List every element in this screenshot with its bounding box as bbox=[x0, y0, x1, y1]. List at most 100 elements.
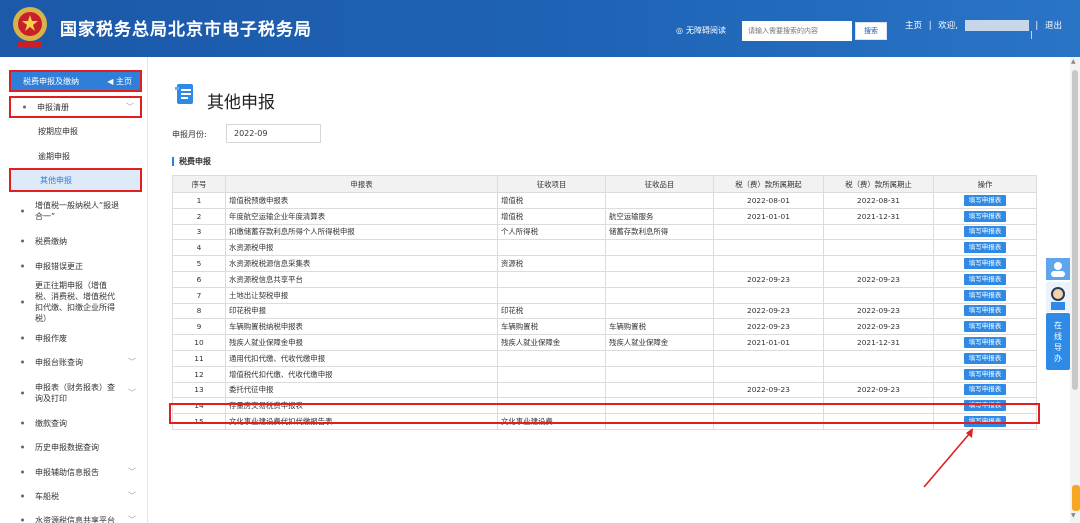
sidebar-item-ledger-query[interactable]: 申报台账查询 ﹀ bbox=[9, 356, 142, 368]
sidebar-item-label: 申报表（财务报表）查询及打印 bbox=[35, 383, 115, 403]
month-field[interactable]: 2022-09 bbox=[226, 124, 321, 143]
sidebar-subitem-periodic[interactable]: 按期应申报 bbox=[9, 124, 142, 138]
sidebar-item-error-correction[interactable]: 申报错误更正 bbox=[9, 260, 142, 272]
table-row: 2 年度航空运输企业年度清算表 增值税 航空运输服务 2021-01-01 2021-12… bbox=[172, 207, 1037, 225]
floating-ball-icon[interactable] bbox=[1072, 485, 1080, 511]
collection-subitem bbox=[605, 192, 714, 209]
sidebar-item-history-query[interactable]: 历史申报数据查询 bbox=[9, 441, 142, 453]
sidebar-item-label: 税费缴纳 bbox=[35, 236, 67, 246]
period-start bbox=[713, 397, 824, 415]
chevron-down-icon: ﹀ bbox=[128, 388, 136, 398]
period-end: 2022-09-23 bbox=[823, 270, 934, 288]
fill-form-button[interactable]: 填写申报表 bbox=[963, 368, 1007, 380]
scroll-up-icon[interactable]: ▲ bbox=[1071, 58, 1076, 65]
bullet-icon bbox=[21, 421, 24, 425]
sidebar-home-link[interactable]: ◀ 主页 bbox=[107, 76, 132, 87]
search-button[interactable]: 搜索 bbox=[855, 22, 887, 40]
bullet-icon bbox=[21, 264, 24, 268]
fill-form-button[interactable]: 填写申报表 bbox=[963, 305, 1007, 317]
row-number: 13 bbox=[172, 381, 226, 399]
collection-item: 文化事业建设费 bbox=[497, 413, 606, 430]
table-row: 5 水资源税税源信息采集表 资源税 填写申报表 bbox=[172, 255, 1037, 272]
period-start bbox=[713, 223, 824, 241]
table-row: 8 印花税申报 印花税 2022-09-23 2022-09-23 填写申报表 bbox=[172, 302, 1037, 320]
row-number: 1 bbox=[172, 192, 226, 209]
online-help-char: 线 bbox=[1054, 331, 1062, 341]
sidebar-item-aux-report[interactable]: 申报辅助信息报告 ﹀ bbox=[9, 466, 142, 478]
fill-form-button[interactable]: 填写申报表 bbox=[963, 289, 1007, 301]
section-title: 税费申报 bbox=[172, 157, 211, 166]
period-start bbox=[713, 255, 824, 272]
row-number: 5 bbox=[172, 255, 226, 272]
sidebar-header[interactable]: 税费申报及缴纳 ◀ 主页 bbox=[9, 70, 142, 92]
scrollbar-thumb[interactable] bbox=[1072, 70, 1078, 390]
fill-form-button[interactable]: 填写申报表 bbox=[963, 258, 1007, 270]
logout-link[interactable]: 退出 bbox=[1045, 21, 1062, 31]
fill-form-button[interactable]: 填写申报表 bbox=[963, 384, 1007, 396]
site-title: 国家税务总局北京市电子税务局 bbox=[60, 20, 312, 40]
sidebar-item-vehicle-tax[interactable]: 车船税 ﹀ bbox=[9, 490, 142, 502]
collection-subitem: 航空运输服务 bbox=[605, 207, 714, 225]
bullet-icon bbox=[21, 336, 24, 340]
fill-form-button[interactable]: 填写申报表 bbox=[963, 321, 1007, 333]
row-number: 8 bbox=[172, 302, 226, 320]
action-cell: 填写申报表 bbox=[933, 334, 1037, 351]
collection-subitem: 车辆购置税 bbox=[605, 318, 714, 336]
bullet-icon bbox=[21, 518, 24, 522]
collection-subitem bbox=[605, 255, 714, 272]
fill-form-button[interactable]: 填写申报表 bbox=[963, 352, 1007, 364]
fill-form-button[interactable]: 填写申报表 bbox=[963, 400, 1007, 412]
row-number: 14 bbox=[172, 397, 226, 415]
sidebar-item-report-print[interactable]: 申报表（财务报表）查询及打印 ﹀ bbox=[9, 381, 142, 405]
sidebar-item-tax-payment[interactable]: 税费缴纳 bbox=[9, 235, 142, 247]
table-row: 3 扣缴储蓄存款利息所得个人所得税申报 个人所得税 储蓄存款利息所得 填写申报表 bbox=[172, 223, 1037, 241]
fill-form-button[interactable]: 填写申报表 bbox=[963, 337, 1007, 349]
fill-form-button[interactable]: 填写申报表 bbox=[963, 194, 1007, 206]
action-cell: 填写申报表 bbox=[933, 270, 1037, 288]
table-row: 6 水资源税信息共享平台 2022-09-23 2022-09-23 填写申报表 bbox=[172, 270, 1037, 288]
period-end bbox=[823, 413, 934, 430]
table-row: 4 水资源税申报 填写申报表 bbox=[172, 239, 1037, 257]
bullet-icon bbox=[21, 470, 24, 474]
sidebar-item-past-correction[interactable]: 更正往期申报（增值税、消费税、增值税代扣代缴、扣缴企业所得税） bbox=[9, 281, 142, 323]
sidebar-subitem-overdue[interactable]: 逾期申报 bbox=[9, 149, 142, 163]
sidebar-item-declaration-list[interactable]: 申报清册 ﹀ bbox=[9, 96, 142, 118]
fill-form-button[interactable]: 填写申报表 bbox=[963, 226, 1007, 238]
sidebar-item-void[interactable]: 申报作废 bbox=[9, 332, 142, 344]
form-name: 残疾人就业保障金申报 bbox=[225, 334, 498, 351]
chevron-down-icon: ﹀ bbox=[128, 467, 136, 477]
home-link[interactable]: 主页 bbox=[905, 21, 922, 31]
period-start bbox=[713, 239, 824, 257]
bullet-icon bbox=[23, 105, 26, 109]
collection-item: 增值税 bbox=[497, 207, 606, 225]
period-start bbox=[713, 365, 824, 383]
table-body: 1 增值税预缴申报表 增值税 2022-08-01 2022-08-31 填写申报表 2 年度… bbox=[172, 192, 1037, 430]
scroll-down-icon[interactable]: ▼ bbox=[1071, 512, 1076, 519]
accessibility-label: 无障碍阅读 bbox=[685, 26, 726, 35]
collection-item: 增值税 bbox=[497, 192, 606, 209]
sidebar-subitem-other[interactable]: 其他申报 bbox=[9, 168, 142, 192]
collection-item bbox=[497, 349, 606, 367]
fill-form-button[interactable]: 填写申报表 bbox=[963, 210, 1007, 222]
form-name: 土地出让契税申报 bbox=[225, 286, 498, 304]
collection-item bbox=[497, 397, 606, 415]
online-help-char: 办 bbox=[1054, 353, 1062, 363]
collection-subitem bbox=[605, 302, 714, 320]
table-header-row: 序号 申报表 征收项目 征收品目 税（费）款所属期起 税（费）款所属期止 操作 bbox=[172, 175, 1037, 193]
separator: | bbox=[1035, 21, 1039, 31]
online-help-char: 在 bbox=[1054, 320, 1062, 330]
search-input[interactable] bbox=[742, 21, 852, 41]
sidebar-item-payment-query[interactable]: 缴款查询 bbox=[9, 417, 142, 429]
online-help-button[interactable]: 在 线 导 办 bbox=[1046, 313, 1070, 370]
sidebar-item-water-platform[interactable]: 水资源税信息共享平台 ﹀ bbox=[9, 514, 142, 523]
back-arrow-icon: ◀ bbox=[107, 76, 114, 86]
accessibility-link[interactable]: ◎ 无障碍阅读 bbox=[676, 25, 726, 36]
sidebar-item-vat-refund[interactable]: 增值税一般纳税人“报退合一” bbox=[9, 199, 142, 223]
sidebar-item-label: 增值税一般纳税人“报退合一” bbox=[35, 201, 120, 221]
table-row: 15 文化事业建设费代扣代缴报告表 文化事业建设费 填写申报表 bbox=[172, 413, 1037, 430]
form-name: 水资源税申报 bbox=[225, 239, 498, 257]
form-name: 印花税申报 bbox=[225, 302, 498, 320]
bullet-icon bbox=[21, 445, 24, 449]
fill-form-button[interactable]: 填写申报表 bbox=[963, 242, 1007, 254]
fill-form-button[interactable]: 填写申报表 bbox=[963, 273, 1007, 285]
